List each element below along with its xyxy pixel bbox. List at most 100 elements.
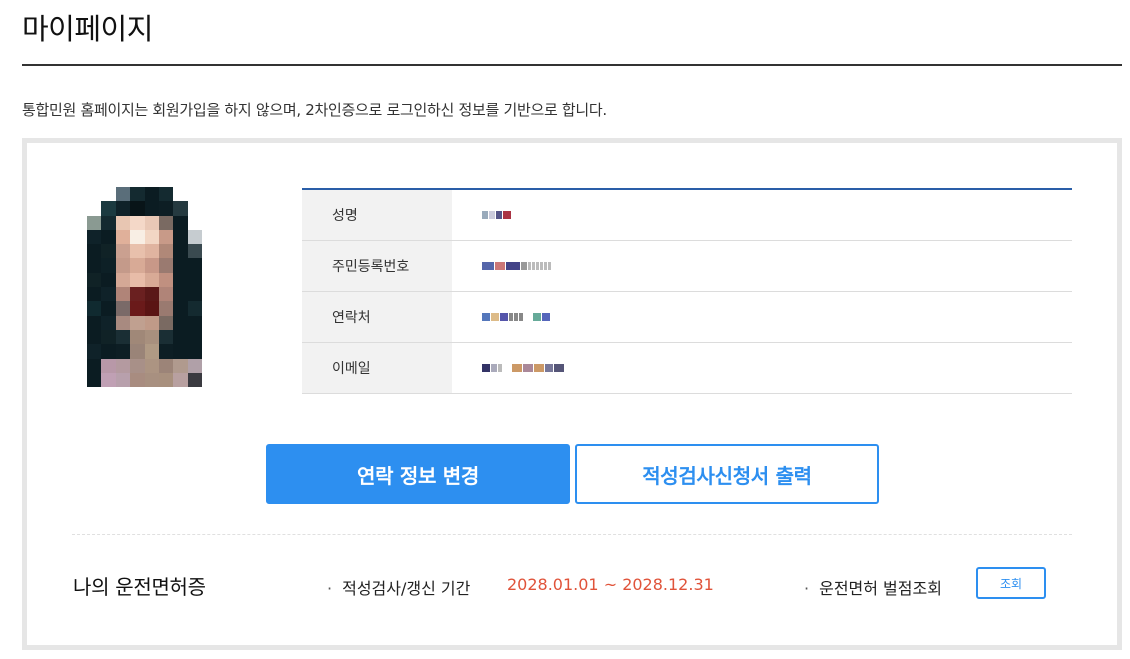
avatar-pixel bbox=[101, 287, 116, 302]
avatar-pixel bbox=[87, 287, 102, 302]
avatar-pixel bbox=[187, 272, 203, 288]
avatar-pixel bbox=[87, 329, 102, 345]
section-divider bbox=[72, 534, 1072, 535]
avatar-pixel bbox=[173, 344, 188, 359]
avatar-pixel bbox=[101, 372, 116, 388]
avatar-pixel bbox=[144, 287, 159, 302]
print-application-button[interactable]: 적성검사신청서 출력 bbox=[575, 444, 879, 504]
avatar-pixel bbox=[87, 358, 102, 373]
avatar-pixel bbox=[87, 201, 102, 216]
avatar-pixel bbox=[173, 301, 188, 316]
avatar-pixel bbox=[130, 187, 145, 202]
avatar-pixel bbox=[187, 258, 203, 273]
avatar-pixel bbox=[158, 315, 174, 330]
avatar-pixel bbox=[202, 287, 217, 302]
bullet-icon: · bbox=[804, 579, 810, 598]
avatar-pixel bbox=[101, 272, 116, 288]
avatar-pixel bbox=[130, 358, 145, 373]
avatar-pixel bbox=[130, 215, 145, 230]
avatar-pixel bbox=[101, 187, 116, 202]
penalty-query-button[interactable]: 조회 bbox=[976, 567, 1046, 599]
avatar-pixel bbox=[158, 215, 174, 230]
avatar-pixel bbox=[216, 344, 231, 359]
avatar-pixel bbox=[158, 258, 174, 273]
avatar-pixel bbox=[115, 258, 131, 273]
avatar-pixel bbox=[187, 244, 203, 259]
avatar-pixel bbox=[173, 372, 188, 388]
avatar-pixel bbox=[187, 229, 203, 245]
avatar-pixel bbox=[87, 315, 102, 330]
avatar-pixel bbox=[87, 215, 102, 230]
avatar-pixel bbox=[158, 344, 174, 359]
avatar-pixel bbox=[130, 244, 145, 259]
avatar-pixel bbox=[158, 229, 174, 245]
avatar-pixel bbox=[115, 301, 131, 316]
license-section-title: 나의 운전면허증 bbox=[73, 575, 206, 599]
avatar-pixel bbox=[130, 329, 145, 345]
avatar-pixel bbox=[130, 201, 145, 216]
avatar-pixel bbox=[158, 358, 174, 373]
avatar-pixel bbox=[202, 215, 217, 230]
avatar-pixel bbox=[115, 244, 131, 259]
avatar-pixel bbox=[101, 229, 116, 245]
profile-info-table: 성명 주민등록번호 연락처 이메일 bbox=[302, 188, 1072, 394]
action-buttons: 연락 정보 변경 적성검사신청서 출력 bbox=[266, 444, 879, 504]
avatar-pixel bbox=[144, 258, 159, 273]
avatar-pixel bbox=[216, 187, 231, 202]
avatar-pixel bbox=[173, 272, 188, 288]
avatar-pixel bbox=[115, 201, 131, 216]
avatar-pixel bbox=[144, 372, 159, 388]
avatar-pixel bbox=[130, 372, 145, 388]
change-contact-button[interactable]: 연락 정보 변경 bbox=[266, 444, 570, 504]
blurred-value bbox=[482, 210, 511, 220]
renewal-period-label: · 적성검사/갱신 기간 bbox=[327, 575, 470, 599]
avatar-pixel bbox=[216, 315, 231, 330]
avatar-pixel bbox=[173, 215, 188, 230]
avatar-pixel bbox=[115, 358, 131, 373]
avatar-pixel bbox=[216, 272, 231, 288]
info-row-email: 이메일 bbox=[302, 343, 1072, 394]
avatar-pixel bbox=[173, 358, 188, 373]
avatar-pixel bbox=[187, 215, 203, 230]
info-value-email bbox=[452, 343, 1072, 393]
avatar-pixel bbox=[187, 301, 203, 316]
avatar-pixel bbox=[216, 201, 231, 216]
avatar-pixel bbox=[173, 315, 188, 330]
avatar-pixel bbox=[144, 187, 159, 202]
avatar-pixel bbox=[202, 258, 217, 273]
avatar-pixel bbox=[187, 201, 203, 216]
avatar-pixel bbox=[101, 358, 116, 373]
avatar-pixel bbox=[173, 329, 188, 345]
avatar-pixel bbox=[173, 187, 188, 202]
avatar-pixel bbox=[173, 229, 188, 245]
avatar-pixel bbox=[216, 287, 231, 302]
avatar-pixel bbox=[115, 372, 131, 388]
avatar-pixel bbox=[202, 372, 217, 388]
avatar-pixel bbox=[87, 272, 102, 288]
avatar-pixel bbox=[187, 358, 203, 373]
avatar-pixel bbox=[101, 258, 116, 273]
avatar-pixel bbox=[173, 201, 188, 216]
avatar-pixel bbox=[187, 329, 203, 345]
avatar-pixel bbox=[144, 229, 159, 245]
avatar-pixel bbox=[202, 201, 217, 216]
avatar-pixel bbox=[101, 315, 116, 330]
avatar-pixel bbox=[115, 344, 131, 359]
avatar-pixel bbox=[144, 272, 159, 288]
avatar-pixel bbox=[173, 258, 188, 273]
avatar-pixel bbox=[173, 244, 188, 259]
avatar-pixel bbox=[115, 187, 131, 202]
avatar-pixel bbox=[130, 344, 145, 359]
avatar-pixel bbox=[216, 372, 231, 388]
info-label-name: 성명 bbox=[302, 190, 452, 240]
notice-text: 통합민원 홈페이지는 회원가입을 하지 않으며, 2차인증으로 로그인하신 정보… bbox=[22, 101, 607, 119]
avatar-pixel bbox=[202, 358, 217, 373]
penalty-query-label: · 운전면허 벌점조회 bbox=[804, 575, 942, 599]
avatar-pixel bbox=[202, 229, 217, 245]
avatar-pixel bbox=[202, 244, 217, 259]
avatar-pixel bbox=[144, 201, 159, 216]
avatar-pixel bbox=[216, 229, 231, 245]
info-row-contact: 연락처 bbox=[302, 292, 1072, 343]
penalty-query-label-text: 운전면허 벌점조회 bbox=[819, 579, 942, 598]
avatar-pixel bbox=[87, 187, 102, 202]
